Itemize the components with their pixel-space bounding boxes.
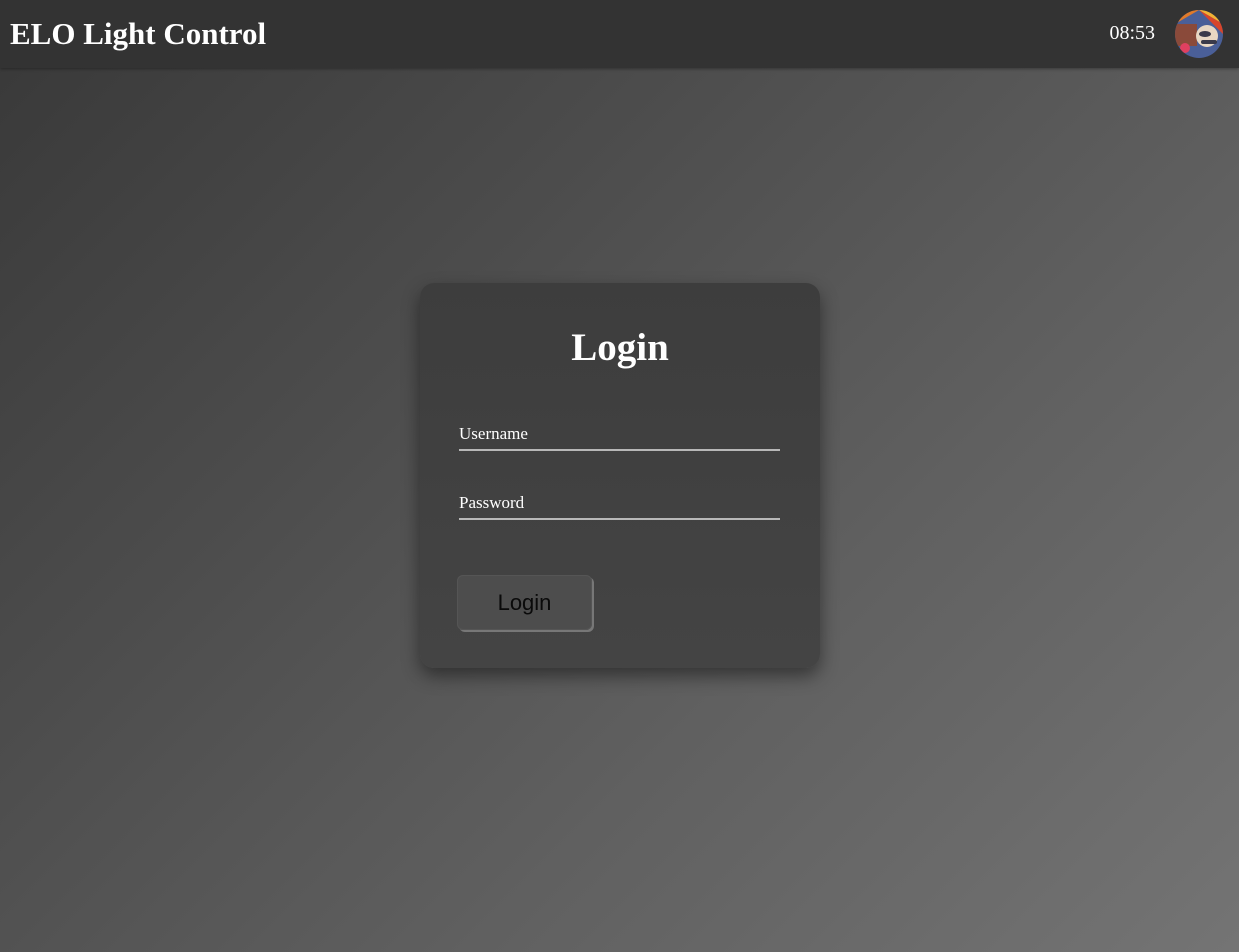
- app-title: ELO Light Control: [10, 16, 267, 51]
- top-bar: ELO Light Control 08:53: [0, 0, 1239, 68]
- login-title: Login: [571, 326, 669, 369]
- username-input[interactable]: [459, 419, 780, 449]
- clock: 08:53: [1109, 22, 1155, 44]
- password-field: [459, 488, 780, 520]
- password-input[interactable]: [459, 488, 780, 518]
- username-field: [459, 419, 780, 451]
- login-card: Login Login: [420, 283, 820, 668]
- user-avatar-icon[interactable]: [1175, 10, 1223, 58]
- login-button[interactable]: Login: [457, 575, 592, 630]
